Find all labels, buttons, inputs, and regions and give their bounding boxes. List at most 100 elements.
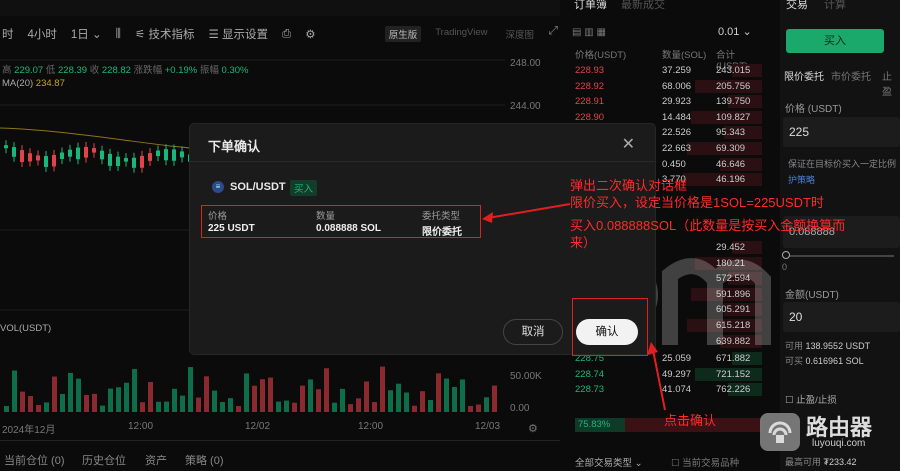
view-native[interactable]: 原生版 [384,26,422,42]
candle [84,146,88,158]
volume-bar [348,404,353,412]
slider-handle[interactable] [782,251,790,259]
volume-bar [228,398,233,412]
tab-trade[interactable]: 交易 [786,0,808,12]
volume-bar [420,391,425,412]
volume-bar [236,405,241,412]
quantity-slider[interactable] [784,255,894,257]
sol-coin-icon: ≡ [212,181,224,193]
tab-trades[interactable]: 最新成交 [621,0,665,12]
volume-bar [396,383,401,412]
interval-1d[interactable]: 1日 ⌄ [71,26,102,42]
candle [116,156,120,167]
volume-bar [316,389,321,412]
time-axis-2: 12/02 [245,421,271,432]
orderbook-row[interactable]: 228.92 68.006 205.756 [566,79,762,94]
ob-header-price: 价格(USDT) [575,50,627,61]
volume-bar [324,368,329,412]
volume-bar [220,401,225,412]
indicator-label: 技术指标 [148,29,195,41]
can-buy-label: 可买 [785,356,804,366]
buy-tab-button[interactable]: 买入 [786,29,884,53]
view-depth[interactable]: 深度图 [501,26,538,42]
display-settings-button[interactable]: ☰ 显示设置 [208,26,268,42]
orderbook-cell: 95.343 [716,127,746,139]
display-icon: ☰ [208,29,219,41]
candle [20,150,24,163]
volume-bar [92,393,97,412]
view-switch: 原生版 TradingView 深度图 [384,26,538,42]
interval-hour[interactable]: 时 [2,26,14,42]
volume-bar [60,393,65,412]
tab-orderbook[interactable]: 订单簿 [574,0,607,12]
price-input[interactable]: 225 [783,117,900,147]
tab-strategy[interactable]: 策略 (0) [185,452,224,468]
interval-1d-label: 1日 [70,29,89,41]
volume-bar [444,378,449,412]
volume-bar [332,402,337,412]
trade-type-filter[interactable]: 全部交易类型 ⌄ [575,455,643,469]
precision-select[interactable]: 0.01 ⌄ [718,25,752,38]
candle [44,156,48,167]
price-axis-248: 248.00 [510,58,541,69]
volume-bar [276,401,281,412]
hint-link[interactable]: 护策略 [788,173,815,186]
settings-small-icon[interactable]: ⚙ [528,422,538,435]
indicator-button[interactable]: ⚟ 技术指标 [135,26,195,42]
orderbook-cell: 228.92 [575,80,605,92]
candle [28,153,32,162]
order-type-market[interactable]: 市价委托 [831,68,871,83]
candle-type-icon[interactable]: ⫼ [116,28,121,41]
screenshot-icon[interactable]: ⎙ [282,28,291,41]
volume-bar [284,400,289,412]
volume-bar [196,397,201,412]
volume-bar [252,385,257,412]
volume-bar [484,397,489,412]
volume-bar [388,390,393,412]
chevron-down-icon: ⌄ [92,29,102,41]
orderbook-row[interactable]: 228.91 29.923 139.750 [566,94,762,109]
close-icon[interactable]: ✕ [622,134,635,154]
dialog-pair: SOL/USDT [230,181,286,193]
current-pair-checkbox[interactable]: ☐ 当前交易品种 [671,455,739,469]
volume-bar [380,366,385,412]
candle [52,154,56,167]
orderbook-cell: 228.74 [575,368,605,380]
annotation-line2: 限价买入，设定当价格是1SOL=225USDT时 [570,195,824,210]
tab-assets[interactable]: 资产 [145,452,167,468]
tab-history[interactable]: 历史仓位 [82,452,126,468]
orderbook-layout-icons[interactable]: ▤ ▥ ▦ [572,27,606,38]
order-type-tpsl[interactable]: 止盈 [882,68,900,98]
candle [148,153,152,161]
volume-bar [164,401,169,412]
volume-bar [452,387,457,412]
gear-icon[interactable]: ⚙ [305,27,315,41]
annotation-line4: 来） [570,235,597,250]
orderbook-cell: 37.259 [662,65,692,76]
view-tradingview[interactable]: TradingView [431,26,491,42]
tab-positions[interactable]: 当前仓位 (0) [4,452,65,468]
cancel-button[interactable]: 取消 [503,319,563,345]
orderbook-row[interactable]: 228.93 37.259 243.015 [566,63,762,78]
volume-bar [116,387,121,412]
orderbook-row[interactable]: 228.90 14.484 109.827 [566,110,762,125]
volume-label: VOL(USDT) [0,323,52,334]
fullscreen-icon[interactable]: ⤢ [549,25,558,38]
trade-panel: 交易 计算 买入 限价委托 市价委托 止盈 价格 (USDT) 225 保证在目… [780,0,900,471]
tab-calc[interactable]: 计算 [824,0,846,12]
order-type-limit[interactable]: 限价委托 [784,68,824,83]
interval-4h[interactable]: 4小时 [28,26,57,42]
available-row: 可用 138.9552 USDT [785,339,870,352]
volume-bar [68,372,73,412]
amount-input[interactable]: 20 [783,302,900,332]
tpsl-checkbox[interactable]: ☐ 止盈/止损 [785,392,837,406]
price-label: 价格 (USDT) [785,104,842,115]
volume-bar [340,388,345,412]
dialog-divider [190,161,655,162]
top-strip [0,0,560,16]
price-axis-244: 244.00 [510,101,541,112]
orderbook-cell: 228.90 [575,111,605,123]
amount-label: 金额(USDT) [785,290,839,301]
display-label: 显示设置 [221,29,268,41]
orderbook-cell: 243.015 [716,65,751,76]
